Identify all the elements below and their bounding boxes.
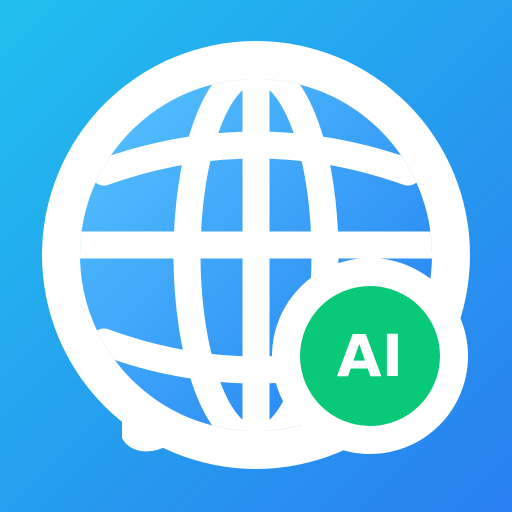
app-icon: AI xyxy=(0,0,512,512)
ai-badge-label: AI xyxy=(337,322,403,390)
globe-chat-ai-illustration: AI xyxy=(0,0,512,512)
ai-badge-icon: AI xyxy=(272,258,468,454)
